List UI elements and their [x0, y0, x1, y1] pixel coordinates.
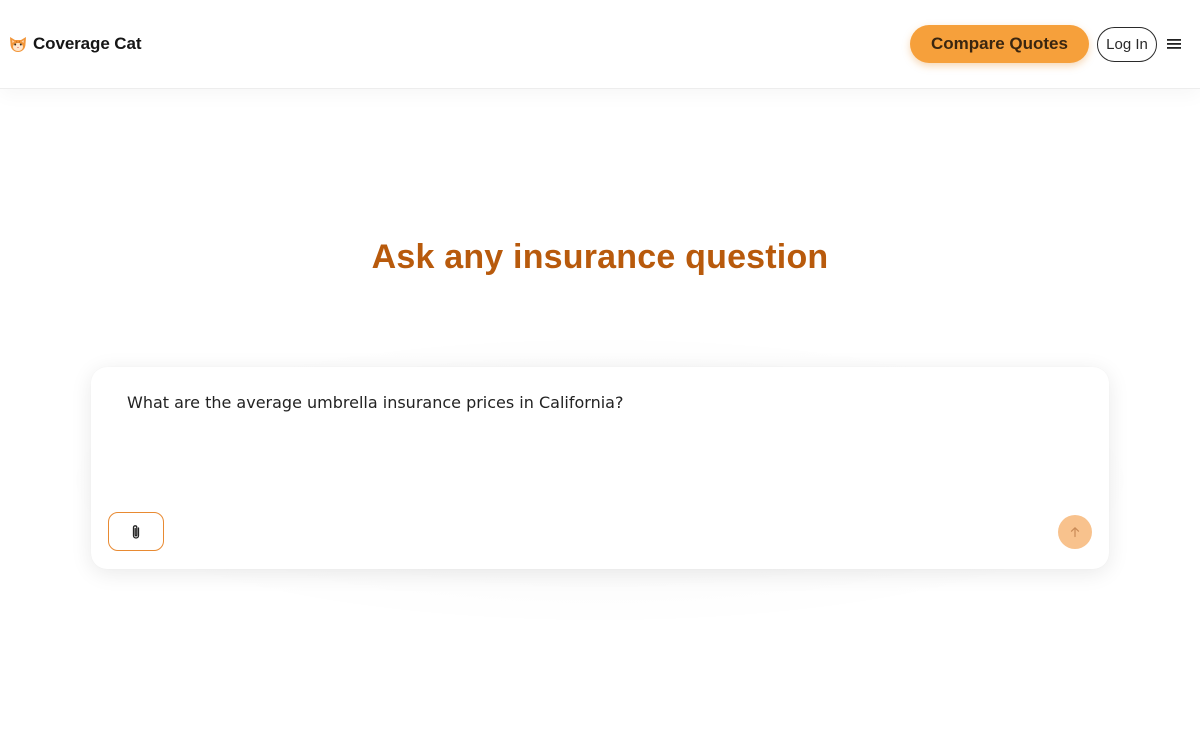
- brand-name: Coverage Cat: [33, 34, 142, 53]
- question-input[interactable]: What are the average umbrella insurance …: [127, 393, 1067, 413]
- hamburger-menu-icon: [1167, 39, 1181, 49]
- chat-input-card: What are the average umbrella insurance …: [91, 367, 1109, 569]
- attach-file-button[interactable]: [108, 512, 164, 551]
- arrow-up-icon: [1070, 527, 1080, 538]
- page-title: Ask any insurance question: [371, 238, 829, 276]
- brand-link[interactable]: Coverage Cat: [8, 32, 142, 56]
- paperclip-icon: [132, 524, 140, 539]
- cat-face-icon: [10, 37, 26, 52]
- compare-quotes-button[interactable]: Compare Quotes: [910, 25, 1089, 63]
- hamburger-menu-button[interactable]: [1166, 36, 1182, 52]
- top-header: Coverage Cat Compare Quotes Log In: [0, 0, 1200, 89]
- log-in-button[interactable]: Log In: [1097, 27, 1157, 62]
- send-button[interactable]: [1058, 515, 1092, 549]
